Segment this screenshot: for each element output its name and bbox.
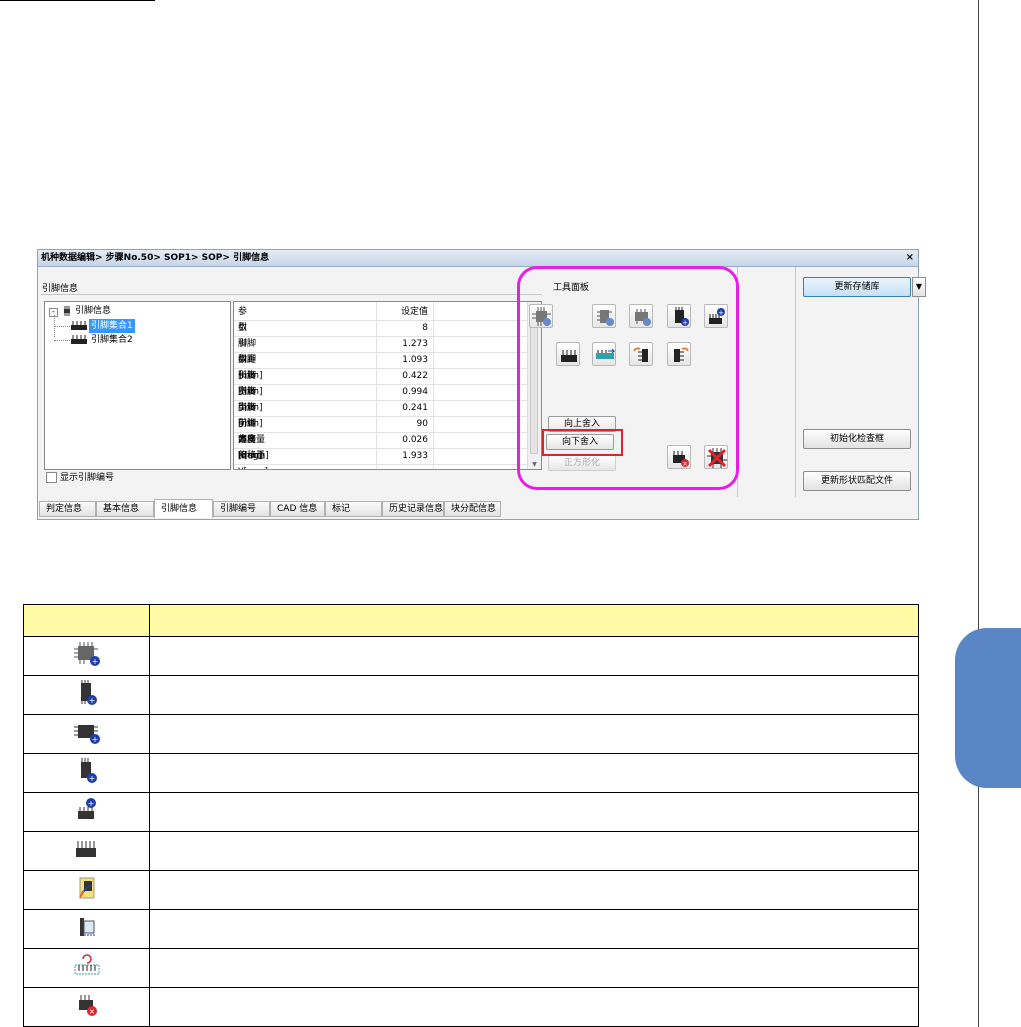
flip-pin-icon xyxy=(23,870,150,910)
table-row: + xyxy=(23,753,919,793)
table-header-icon xyxy=(23,604,150,637)
chevron-down-icon[interactable]: ▼ xyxy=(912,277,926,297)
table-row xyxy=(23,831,919,871)
table-row xyxy=(23,909,919,949)
tab-block-assign[interactable]: 块分配信息 xyxy=(444,501,501,517)
show-pin-number-checkbox[interactable]: 显示引脚编号 xyxy=(46,472,114,484)
tree-item-label: 引脚集合2 xyxy=(91,335,133,345)
grid-cell-value[interactable]: 90 xyxy=(380,416,428,432)
pin-info-group-label: 引脚信息 xyxy=(42,284,79,294)
parameter-grid[interactable]: 参数 设定值 引脚数 8 引脚间距[mm] 1.273 引脚长度[mm] 1.093 … xyxy=(233,301,542,470)
icon-reference-table: + + + + + × xyxy=(23,604,919,1027)
pin-offset-icon xyxy=(23,909,150,949)
sop-horizontal-add-icon: + xyxy=(23,714,150,754)
pin-group-icon xyxy=(64,306,70,316)
tree-item-label: 引脚集合1 xyxy=(89,319,135,333)
tab-history[interactable]: 历史记录信息 xyxy=(382,501,444,517)
grid-cell-value[interactable]: 0.422 xyxy=(380,368,428,384)
single-row-icon xyxy=(23,831,150,871)
tab-pin-number[interactable]: 引脚编号 xyxy=(213,501,270,517)
table-row xyxy=(23,948,919,988)
dual-row-add-icon: + xyxy=(23,753,150,793)
single-row-add-icon: + xyxy=(23,792,150,832)
description-cell xyxy=(149,909,919,949)
table-row: + xyxy=(23,792,919,832)
pin-row-icon xyxy=(71,321,87,330)
delete-pin-row-icon: × xyxy=(23,987,150,1027)
description-cell xyxy=(149,870,919,910)
tree-root-label: 引脚信息 xyxy=(75,306,112,316)
panel-separator-2 xyxy=(795,267,796,497)
rotate-pin-row-icon xyxy=(23,948,150,988)
checkbox-label: 显示引脚编号 xyxy=(60,473,115,483)
update-library-button[interactable]: 更新存储库 xyxy=(803,277,911,297)
grid-column-line xyxy=(433,302,434,469)
table-header-description xyxy=(149,604,919,637)
close-icon[interactable]: × xyxy=(906,250,914,266)
window-titlebar: 机种数据编辑> 步骤No.50> SOP1> SOP> 引脚信息 × xyxy=(38,250,918,267)
description-cell xyxy=(149,792,919,832)
side-rule xyxy=(978,0,979,1027)
table-row: + xyxy=(23,714,919,754)
pin-tree[interactable]: - 引脚信息 引脚集合1 引脚集合2 xyxy=(44,301,231,470)
svg-text:×: × xyxy=(88,1007,95,1016)
description-cell xyxy=(149,948,919,988)
table-row xyxy=(23,870,919,910)
svg-text:+: + xyxy=(88,774,95,783)
table-row: + xyxy=(23,636,919,676)
svg-text:+: + xyxy=(91,735,98,744)
sop-vertical-add-icon: + xyxy=(23,675,150,715)
grid-cell-value[interactable]: 0.241 xyxy=(380,400,428,416)
tab-mark[interactable]: 标记 xyxy=(325,501,382,517)
tab-pin-info[interactable]: 引脚信息 xyxy=(154,499,213,518)
description-cell xyxy=(149,675,919,715)
qfp-add-icon: + xyxy=(23,636,150,676)
tab-cad-info[interactable]: CAD 信息 xyxy=(270,501,325,517)
grid-cell-value[interactable]: 1.273 xyxy=(380,336,428,352)
pin-row-icon xyxy=(71,335,87,344)
table-header-row xyxy=(23,604,919,637)
description-cell xyxy=(149,831,919,871)
grid-cell-param: 偏移量 Y[mm] xyxy=(238,451,268,469)
description-cell xyxy=(149,753,919,793)
chapter-side-tab xyxy=(955,628,1021,788)
group-divider xyxy=(41,294,542,295)
grid-header-value: 设定值 xyxy=(400,307,428,317)
grid-cell-value[interactable]: 0.026 xyxy=(380,432,428,448)
tab-basic[interactable]: 基本信息 xyxy=(96,501,154,517)
window-title: 机种数据编辑> 步骤No.50> SOP1> SOP> 引脚信息 xyxy=(41,253,270,263)
description-cell xyxy=(149,714,919,754)
tool-panel-highlight xyxy=(517,266,739,490)
description-cell xyxy=(149,987,919,1027)
pin-info-window: 机种数据编辑> 步骤No.50> SOP1> SOP> 引脚信息 × 引脚信息 … xyxy=(37,249,926,520)
grid-cell-value[interactable]: 8 xyxy=(380,320,428,336)
top-rule xyxy=(0,0,155,1)
svg-text:+: + xyxy=(87,799,94,808)
grid-cell-value[interactable]: 1.933 xyxy=(380,448,428,464)
grid-cell-value[interactable]: 1.093 xyxy=(380,352,428,368)
svg-text:+: + xyxy=(91,657,98,666)
table-row: × xyxy=(23,987,919,1027)
description-cell xyxy=(149,636,919,676)
table-row: + xyxy=(23,675,919,715)
grid-cell-value[interactable]: 0.994 xyxy=(380,384,428,400)
init-check-frame-button[interactable]: 初始化检查框 xyxy=(803,429,911,449)
grid-column-line xyxy=(376,302,377,469)
checkbox-box[interactable] xyxy=(46,472,57,483)
update-shape-match-button[interactable]: 更新形状匹配文件 xyxy=(803,471,911,491)
tab-judgment[interactable]: 判定信息 xyxy=(39,501,96,517)
grid-line xyxy=(234,464,529,465)
svg-text:+: + xyxy=(88,696,95,705)
